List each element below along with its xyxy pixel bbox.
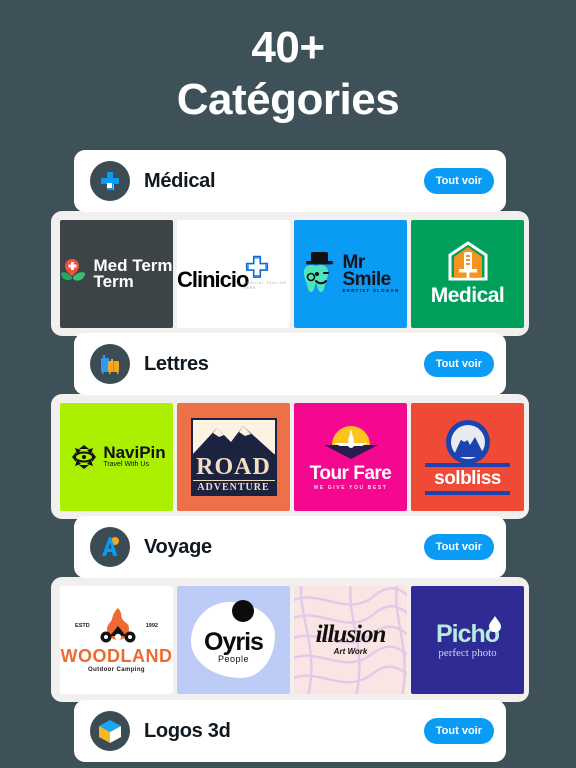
see-all-button-logos3d[interactable]: Tout voir (423, 718, 494, 744)
logo-tagline: WE GIVE YOU BEST (313, 484, 388, 491)
category-title: Lettres (144, 352, 209, 375)
see-all-button-lettres[interactable]: Tout voir (423, 351, 494, 377)
campfire-icon (100, 608, 136, 643)
dot-icon (232, 599, 254, 622)
compass-icon (72, 444, 97, 469)
logo-card-tour-fare[interactable]: Tour Fare WE GIVE YOU BEST (294, 402, 407, 511)
sunset-plane-icon (323, 425, 378, 459)
logo-name: Medical (430, 283, 505, 307)
medical-cross-icon (90, 161, 130, 201)
logo-estd-label: ESTD (75, 623, 90, 629)
logo-name: illusion (315, 621, 387, 648)
logo-card-mr-smile[interactable]: Mr Smile DENTIST SLOGAN (294, 219, 407, 328)
category-header-medical[interactable]: Médical Tout voir (74, 150, 506, 212)
logo-subname: Term (93, 271, 134, 291)
logo-card-medical[interactable]: Medical (411, 219, 524, 328)
category-header-logos3d[interactable]: Logos 3d Tout voir (74, 700, 506, 762)
logo-card-road-adventure[interactable]: ROAD ADVENTURE (177, 402, 290, 511)
see-all-button-voyage[interactable]: Tout voir (423, 534, 494, 560)
see-all-button-medical[interactable]: Tout voir (423, 168, 494, 194)
logo-tagline: Travel With Us (103, 461, 149, 468)
logo-name: ROAD (192, 453, 275, 480)
logo-name: solbliss (434, 467, 501, 489)
logo-strip-lettres: NaviPin Travel With Us ROAD ADVENTURE To… (51, 394, 529, 519)
logo-card-illusion[interactable]: illusion Art Work (294, 585, 407, 694)
logo-strip-medical: Med Term Term Clinicio MEDICAL TAGLINE H… (51, 211, 529, 336)
syringe-house-icon (448, 240, 487, 280)
droplet-icon (489, 615, 502, 632)
blue-cross-icon (246, 255, 269, 278)
logo-card-med-term[interactable]: Med Term Term (60, 219, 173, 328)
logo-name: Tour Fare (309, 462, 392, 484)
logo-name: Oyris (204, 627, 264, 656)
headline-text: Catégories (176, 75, 400, 124)
logo-name: Clinicio (177, 266, 249, 292)
logo-card-woodland[interactable]: ESTD 1992 WOODLAND Outdoor Camping (60, 585, 173, 694)
category-title: Logos 3d (144, 719, 231, 742)
category-header-voyage[interactable]: Voyage Tout voir (74, 516, 506, 578)
logo-card-picho[interactable]: Picho perfect photo (411, 585, 524, 694)
letter-a-icon (90, 527, 130, 567)
logo-card-solbliss[interactable]: solbliss (411, 402, 524, 511)
logo-tagline: Art Work (333, 647, 368, 656)
logo-name2: Smile (342, 269, 392, 290)
category-title: Voyage (144, 535, 212, 558)
logo-tagline: People (217, 653, 250, 664)
logo-tagline: Outdoor Camping (88, 667, 145, 673)
logo-tagline: ADVENTURE (192, 479, 275, 494)
logo-tagline: MEDICAL TAGLINE HERE (243, 280, 287, 290)
luggage-icon (90, 344, 130, 384)
logo-tagline: perfect photo (438, 646, 497, 659)
tooth-tophat-icon (303, 251, 333, 292)
logo-name: WOODLAND (60, 646, 173, 666)
logo-name: NaviPin (103, 443, 166, 462)
headline-count: 40+ (251, 23, 325, 72)
logo-card-navipin[interactable]: NaviPin Travel With Us (60, 402, 173, 511)
mountain-circle-icon (445, 419, 490, 464)
category-header-lettres[interactable]: Lettres Tout voir (74, 333, 506, 395)
logo-tagline: DENTIST SLOGAN (342, 288, 400, 293)
page-title: 40+ Catégories (0, 22, 576, 126)
cube-3d-icon (90, 711, 130, 751)
category-title: Médical (144, 169, 216, 192)
logo-year-label: 1992 (145, 623, 158, 629)
logo-card-clinicio[interactable]: Clinicio MEDICAL TAGLINE HERE (177, 219, 290, 328)
logo-strip-voyage: ESTD 1992 WOODLAND Outdoor Camping Oyris… (51, 577, 529, 702)
logo-card-oyris[interactable]: Oyris People (177, 585, 290, 694)
app-root: 40+ Catégories Médical Tout voir Med Ter… (0, 0, 576, 768)
